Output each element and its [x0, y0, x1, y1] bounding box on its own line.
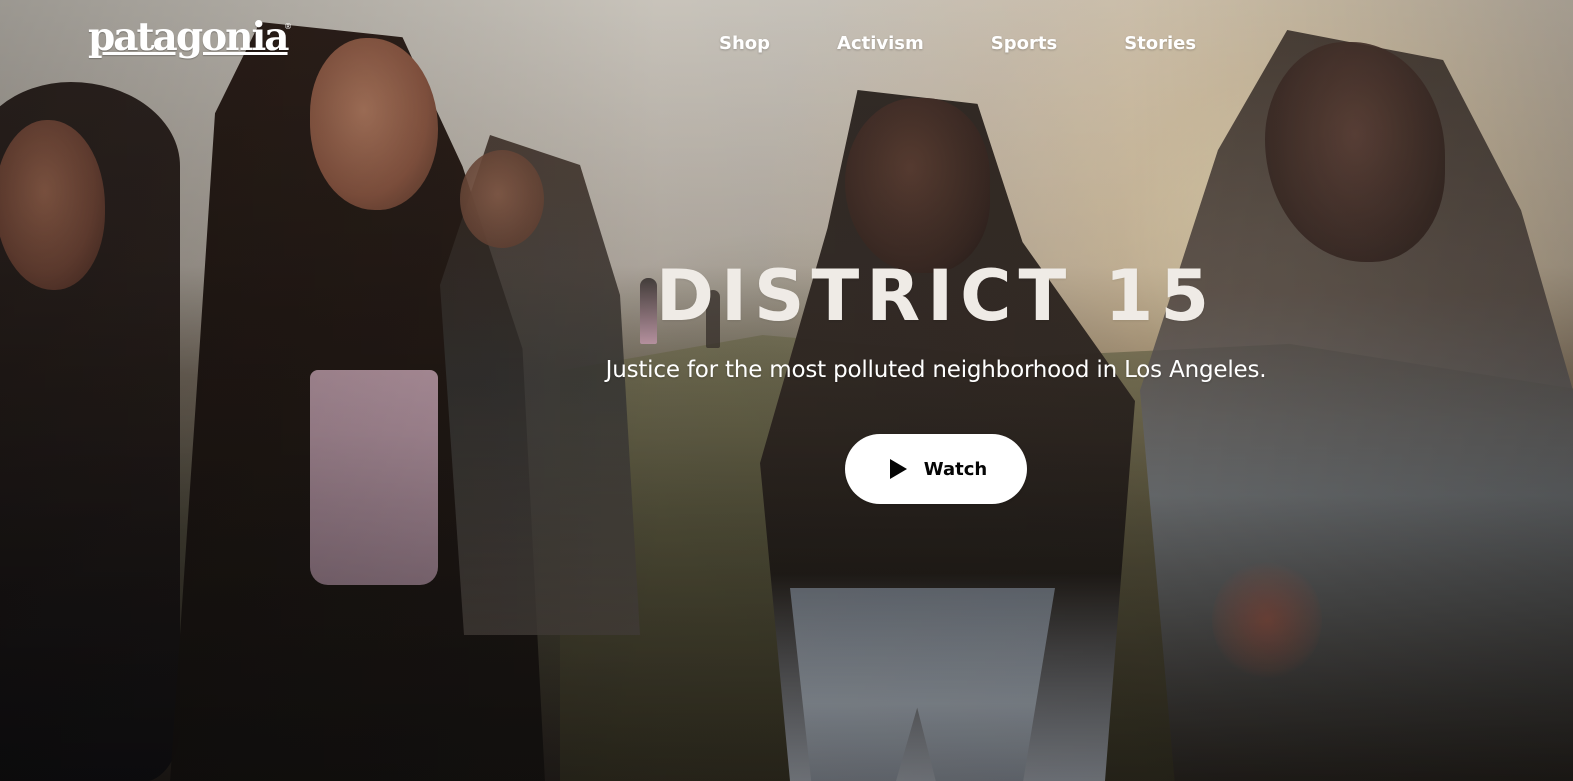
- hero-subtitle: Justice for the most polluted neighborho…: [605, 357, 1267, 383]
- district-15-hero: patagonia ® Shop Activism Sports Stories…: [0, 0, 1573, 781]
- watch-button[interactable]: Watch: [845, 434, 1027, 504]
- registered-mark: ®: [284, 22, 292, 31]
- primary-navigation: Shop Activism Sports Stories: [719, 31, 1196, 57]
- nav-activism[interactable]: Activism: [837, 31, 924, 57]
- watch-label: Watch: [923, 458, 988, 480]
- play-icon: [889, 459, 907, 479]
- left-person-silhouette: [0, 82, 180, 781]
- hero-copy: DISTRICT 15 Justice for the most pollute…: [586, 255, 1286, 386]
- nav-stories[interactable]: Stories: [1124, 31, 1196, 57]
- center-person-head: [845, 98, 990, 273]
- right-person-face: [1265, 42, 1445, 262]
- lens-flare: [1212, 560, 1322, 680]
- center-person-jeans: [790, 588, 1055, 781]
- hero-title: DISTRICT 15: [655, 255, 1217, 337]
- pink-top: [310, 370, 438, 585]
- laughing-person-silhouette: [170, 22, 545, 781]
- patagonia-logo: patagonia: [88, 14, 290, 60]
- hazy-hillside: [560, 335, 1573, 781]
- image-overlay: [0, 0, 1573, 781]
- nav-sports[interactable]: Sports: [991, 31, 1057, 57]
- left-person-face: [0, 120, 105, 290]
- right-person-silhouette: [1140, 30, 1573, 781]
- patagonia-logo-link[interactable]: patagonia: [88, 18, 290, 57]
- laughing-person-face: [310, 38, 438, 210]
- nav-shop[interactable]: Shop: [719, 31, 770, 57]
- background-person-face: [460, 150, 544, 248]
